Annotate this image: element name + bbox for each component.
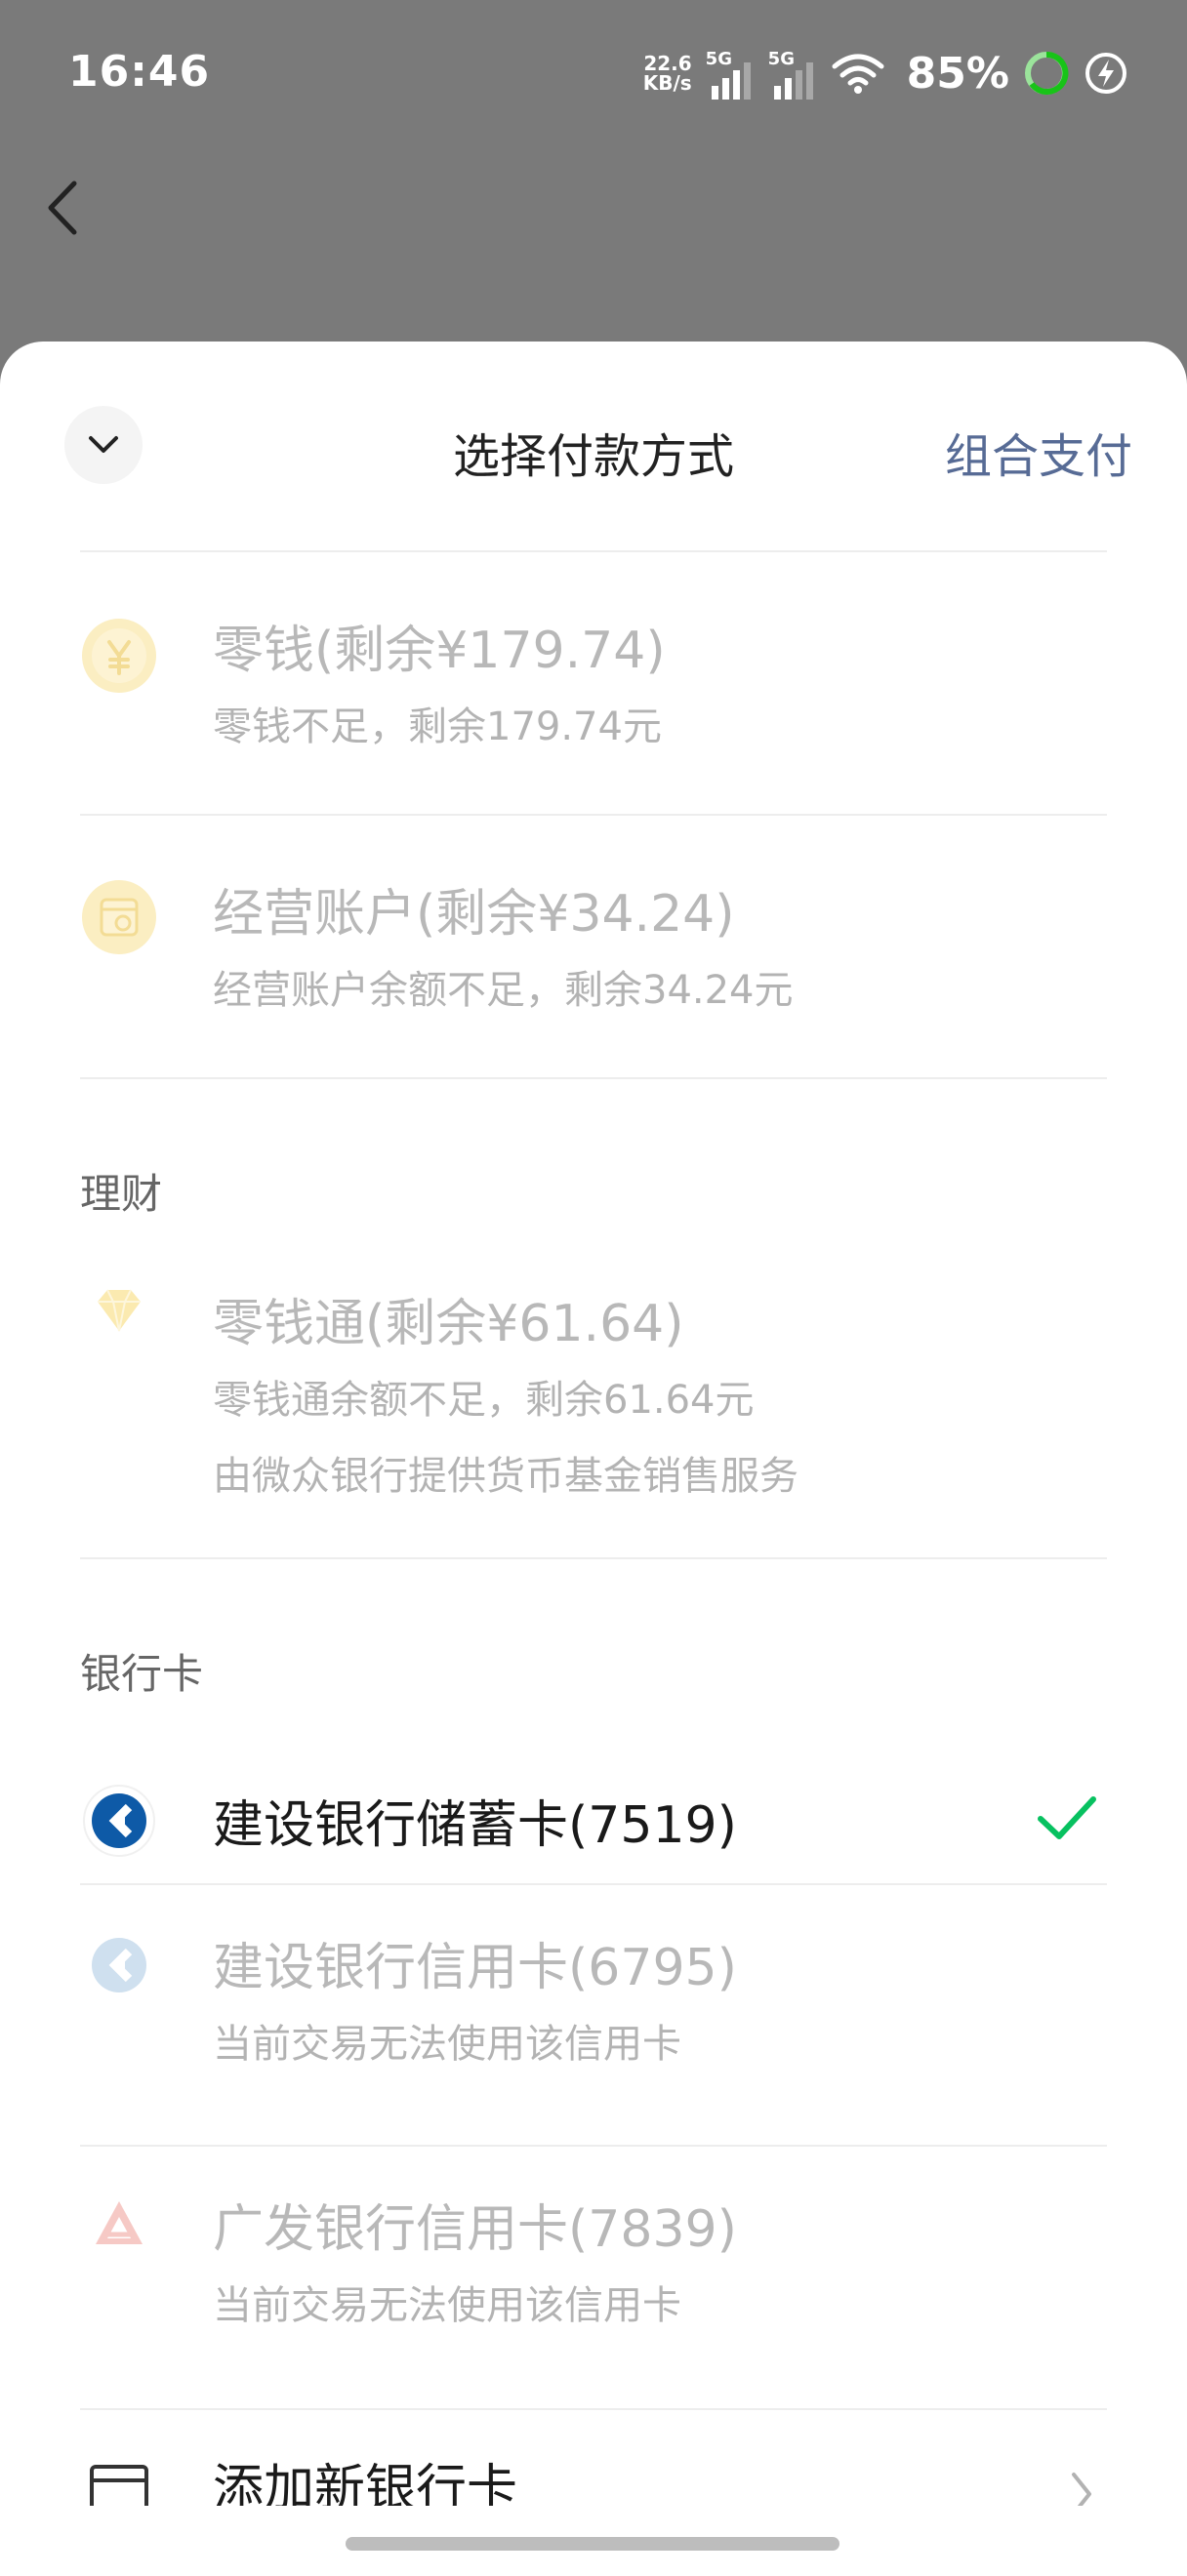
home-indicator[interactable] [346, 2537, 839, 2551]
option-subtitle: 零钱通余额不足，剩余61.64元 [213, 1378, 755, 1423]
checkmark-icon [1038, 1796, 1096, 1839]
status-bar: 16:46 22.6 KB/s 5G 5G 85% [0, 0, 1187, 156]
chevron-right-icon [1072, 2473, 1091, 2506]
business-account-icon [82, 880, 156, 954]
cgb-bank-icon [96, 2201, 143, 2244]
diamond-icon [98, 1289, 141, 1332]
battery-ring-icon [1025, 51, 1069, 95]
option-lingqiantong[interactable]: 零钱通(剩余¥61.64) 零钱通余额不足，剩余61.64元 由微众银行提供货币… [0, 1253, 1187, 1557]
option-subtitle: 由微众银行提供货币基金销售服务 [213, 1454, 798, 1499]
section-label-bank-card: 银行卡 [80, 1650, 204, 1698]
bank-card-icon [90, 2465, 148, 2506]
option-title: 零钱(剩余¥179.74) [213, 622, 666, 680]
ccb-bank-icon [83, 1785, 155, 1857]
option-title: 添加新银行卡 [213, 2460, 518, 2506]
battery-level: 85% [906, 48, 1009, 99]
option-subtitle: 零钱不足，剩余179.74元 [213, 704, 662, 749]
option-title: 零钱通(剩余¥61.64) [213, 1295, 684, 1353]
signal-icon: 5G [706, 47, 755, 100]
payment-method-sheet: 选择付款方式 组合支付 零钱(剩余¥179.74) 零钱不足，剩余179.74元… [0, 342, 1187, 2576]
option-title: 建设银行信用卡(6795) [213, 1939, 737, 1997]
option-title: 经营账户(剩余¥34.24) [213, 885, 735, 944]
wifi-icon [832, 54, 884, 94]
option-ccb-debit-card[interactable]: 建设银行储蓄卡(7519) [0, 1733, 1187, 1909]
sheet-header: 选择付款方式 组合支付 [0, 342, 1187, 550]
divider [80, 1077, 1107, 1079]
divider [80, 1557, 1107, 1559]
option-title: 广发银行信用卡(7839) [213, 2200, 737, 2259]
combo-pay-link[interactable]: 组合支付 [945, 418, 1132, 486]
option-subtitle: 经营账户余额不足，剩余34.24元 [213, 968, 794, 1013]
option-business-account[interactable]: 经营账户(剩余¥34.24) 经营账户余额不足，剩余34.24元 [0, 814, 1187, 1077]
add-bank-card-row[interactable]: 添加新银行卡 [0, 2408, 1187, 2506]
back-icon[interactable] [39, 174, 88, 242]
charging-icon [1085, 53, 1126, 94]
option-title: 建设银行储蓄卡(7519) [213, 1796, 737, 1855]
network-speed: 22.6 KB/s [642, 52, 692, 95]
option-subtitle: 当前交易无法使用该信用卡 [213, 2283, 681, 2328]
status-icons: 22.6 KB/s 5G 5G 85% [643, 39, 1128, 107]
option-subtitle: 当前交易无法使用该信用卡 [213, 2022, 681, 2067]
ccb-bank-icon [92, 1938, 146, 1992]
option-change[interactable]: 零钱(剩余¥179.74) 零钱不足，剩余179.74元 [0, 550, 1187, 814]
option-cgb-credit-card[interactable]: 广发银行信用卡(7839) 当前交易无法使用该信用卡 [0, 2145, 1187, 2408]
section-label-finance: 理财 [80, 1170, 163, 1218]
signal-icon: 5G [768, 47, 817, 100]
option-ccb-credit-card[interactable]: 建设银行信用卡(6795) 当前交易无法使用该信用卡 [0, 1883, 1187, 2147]
status-time: 16:46 [68, 47, 211, 97]
coin-icon [82, 619, 156, 693]
